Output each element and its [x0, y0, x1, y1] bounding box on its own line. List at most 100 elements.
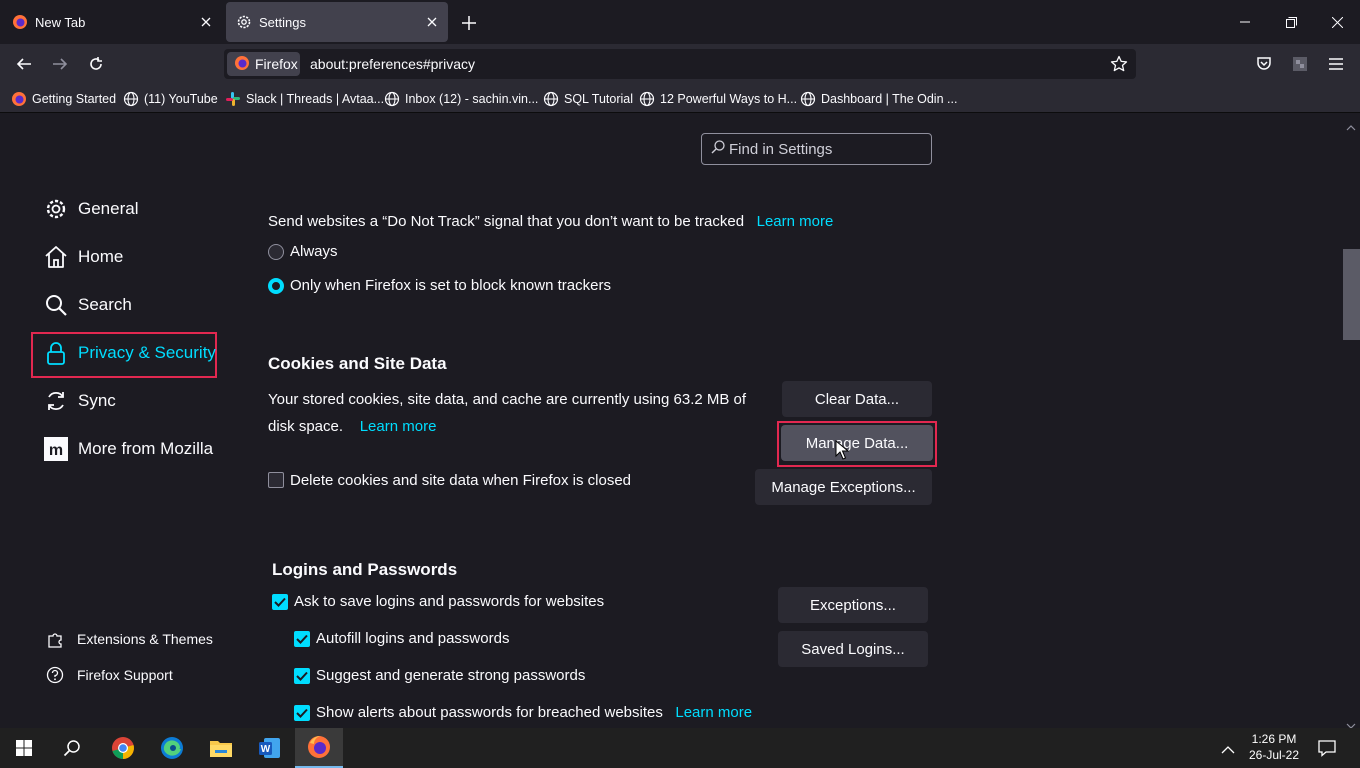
preferences-content: General Home Search Privacy & Security S… — [0, 114, 1360, 729]
bookmark-label: Slack | Threads | Avtaa... — [246, 92, 385, 106]
notification-icon[interactable] — [1318, 739, 1336, 762]
chrome-icon[interactable] — [99, 728, 147, 768]
bookmark-item[interactable]: Slack | Threads | Avtaa... — [225, 90, 384, 108]
breach-alerts-checkbox[interactable] — [294, 705, 310, 721]
dnt-text: Send websites a “Do Not Track” signal th… — [268, 213, 745, 230]
bookmark-label: Dashboard | The Odin ... — [821, 92, 958, 106]
tab-bar: New Tab Settings — [0, 0, 1360, 44]
bookmark-item[interactable]: Dashboard | The Odin ... — [800, 90, 957, 108]
checkmark-icon — [296, 634, 308, 644]
sidebar-item-label: Privacy & Security — [78, 343, 216, 362]
delete-cookies-label: Delete cookies and site data when Firefo… — [290, 472, 632, 489]
word-icon[interactable]: W — [246, 728, 294, 768]
close-window-icon[interactable] — [1314, 0, 1360, 44]
sidebar-item-search[interactable]: Search — [44, 289, 132, 321]
logins-heading: Logins and Passwords — [272, 560, 458, 579]
sidebar-item-label: Home — [78, 247, 124, 266]
bookmark-item[interactable]: SQL Tutorial — [543, 90, 633, 108]
tab-new-tab[interactable]: New Tab — [2, 2, 222, 42]
sidebar-item-label: More from Mozilla — [78, 439, 214, 458]
find-in-settings[interactable] — [701, 133, 932, 165]
minimize-icon[interactable] — [1222, 0, 1268, 44]
file-explorer-icon[interactable] — [197, 728, 245, 768]
windows-start-icon[interactable] — [0, 728, 48, 768]
bookmark-item[interactable]: Getting Started — [11, 90, 116, 108]
sidebar-item-sync[interactable]: Sync — [44, 385, 116, 417]
globe-icon — [800, 91, 816, 107]
search-icon[interactable] — [48, 728, 96, 768]
cookies-learn-more-link[interactable]: Learn more — [360, 418, 437, 435]
sidebar-item-label: Sync — [78, 391, 116, 410]
ask-save-logins-checkbox[interactable] — [272, 594, 288, 610]
tab-settings[interactable]: Settings — [226, 2, 448, 42]
edge-icon[interactable] — [148, 728, 196, 768]
pocket-icon[interactable] — [1250, 50, 1278, 78]
cookies-desc-line2: disk space. Learn more — [268, 418, 436, 435]
close-tab-icon[interactable] — [424, 14, 440, 30]
logins-exceptions-button[interactable]: Exceptions... — [778, 587, 928, 623]
suggest-passwords-checkbox[interactable] — [294, 668, 310, 684]
new-tab-icon[interactable] — [458, 12, 480, 34]
scrollbar-thumb[interactable] — [1343, 249, 1360, 340]
breach-alerts-row: Show alerts about passwords for breached… — [316, 704, 752, 721]
globe-icon — [123, 91, 139, 107]
puzzle-icon — [46, 630, 64, 648]
manage-exceptions-button[interactable]: Manage Exceptions... — [755, 469, 932, 505]
url-bar[interactable]: Firefox about:preferences#privacy — [224, 49, 1136, 79]
firefox-icon[interactable] — [295, 728, 343, 768]
svg-text:W: W — [261, 744, 271, 755]
bookmark-item[interactable]: Inbox (12) - sachin.vin... — [384, 90, 538, 108]
scrollbar[interactable] — [1342, 114, 1360, 728]
restore-icon[interactable] — [1268, 0, 1314, 44]
cookies-desc-text: disk space. — [268, 418, 344, 435]
sidebar-item-mozilla[interactable]: m More from Mozilla — [44, 433, 213, 465]
bookmark-label: Getting Started — [32, 92, 117, 106]
dnt-learn-more-link[interactable]: Learn more — [757, 213, 834, 230]
reload-icon[interactable] — [82, 50, 110, 78]
bookmark-star-icon[interactable] — [1110, 55, 1128, 73]
url-text[interactable]: about:preferences#privacy — [310, 56, 475, 72]
sidebar-item-privacy[interactable]: Privacy & Security — [44, 337, 216, 369]
search-input[interactable] — [729, 140, 919, 158]
sidebar-item-home[interactable]: Home — [44, 241, 123, 273]
dnt-trackers-radio[interactable] — [268, 278, 284, 294]
dnt-always-radio[interactable] — [268, 244, 284, 260]
manage-data-button[interactable]: Manage Data... — [781, 425, 933, 461]
ask-save-logins-label: Ask to save logins and passwords for web… — [294, 593, 605, 610]
extension-icon[interactable] — [1286, 50, 1314, 78]
bookmark-item[interactable]: (11) YouTube — [123, 90, 218, 108]
bookmark-item[interactable]: 12 Powerful Ways to H... — [639, 90, 797, 108]
checkmark-icon — [274, 597, 286, 607]
breach-learn-more-link[interactable]: Learn more — [675, 704, 752, 721]
cookies-desc-line1: Your stored cookies, site data, and cach… — [268, 391, 747, 408]
bookmarks-toolbar: Getting Started (11) YouTube Slack | Thr… — [0, 84, 1360, 113]
scroll-up-icon[interactable] — [1346, 118, 1356, 136]
sidebar-item-label: Search — [78, 295, 132, 314]
windows-taskbar: W 1:26 PM 26-Jul-22 — [0, 728, 1360, 768]
autofill-checkbox[interactable] — [294, 631, 310, 647]
bookmark-label: (11) YouTube — [144, 92, 218, 106]
menu-icon[interactable] — [1322, 50, 1350, 78]
delete-cookies-checkbox[interactable] — [268, 472, 284, 488]
identity-box[interactable]: Firefox — [227, 52, 300, 76]
sidebar-item-general[interactable]: General — [44, 193, 138, 225]
back-icon[interactable] — [10, 50, 38, 78]
show-hidden-icons-icon[interactable] — [1221, 742, 1235, 760]
dnt-always-label: Always — [290, 243, 338, 260]
breach-alerts-label: Show alerts about passwords for breached… — [316, 704, 663, 721]
saved-logins-button[interactable]: Saved Logins... — [778, 631, 928, 667]
gear-icon — [44, 197, 68, 221]
suggest-passwords-label: Suggest and generate strong passwords — [316, 667, 586, 684]
bookmark-label: 12 Powerful Ways to H... — [660, 92, 798, 106]
tab-label: Settings — [259, 14, 306, 30]
svg-text:m: m — [49, 442, 63, 459]
mozilla-icon: m — [44, 437, 68, 461]
system-clock[interactable]: 1:26 PM 26-Jul-22 — [1244, 731, 1304, 763]
firefox-support-link[interactable]: Firefox Support — [46, 665, 173, 685]
extensions-themes-link[interactable]: Extensions & Themes — [46, 629, 213, 649]
firefox-icon — [234, 55, 250, 74]
close-tab-icon[interactable] — [198, 14, 214, 30]
clear-data-button[interactable]: Clear Data... — [782, 381, 932, 417]
forward-icon[interactable] — [46, 50, 74, 78]
lock-icon — [44, 341, 68, 365]
